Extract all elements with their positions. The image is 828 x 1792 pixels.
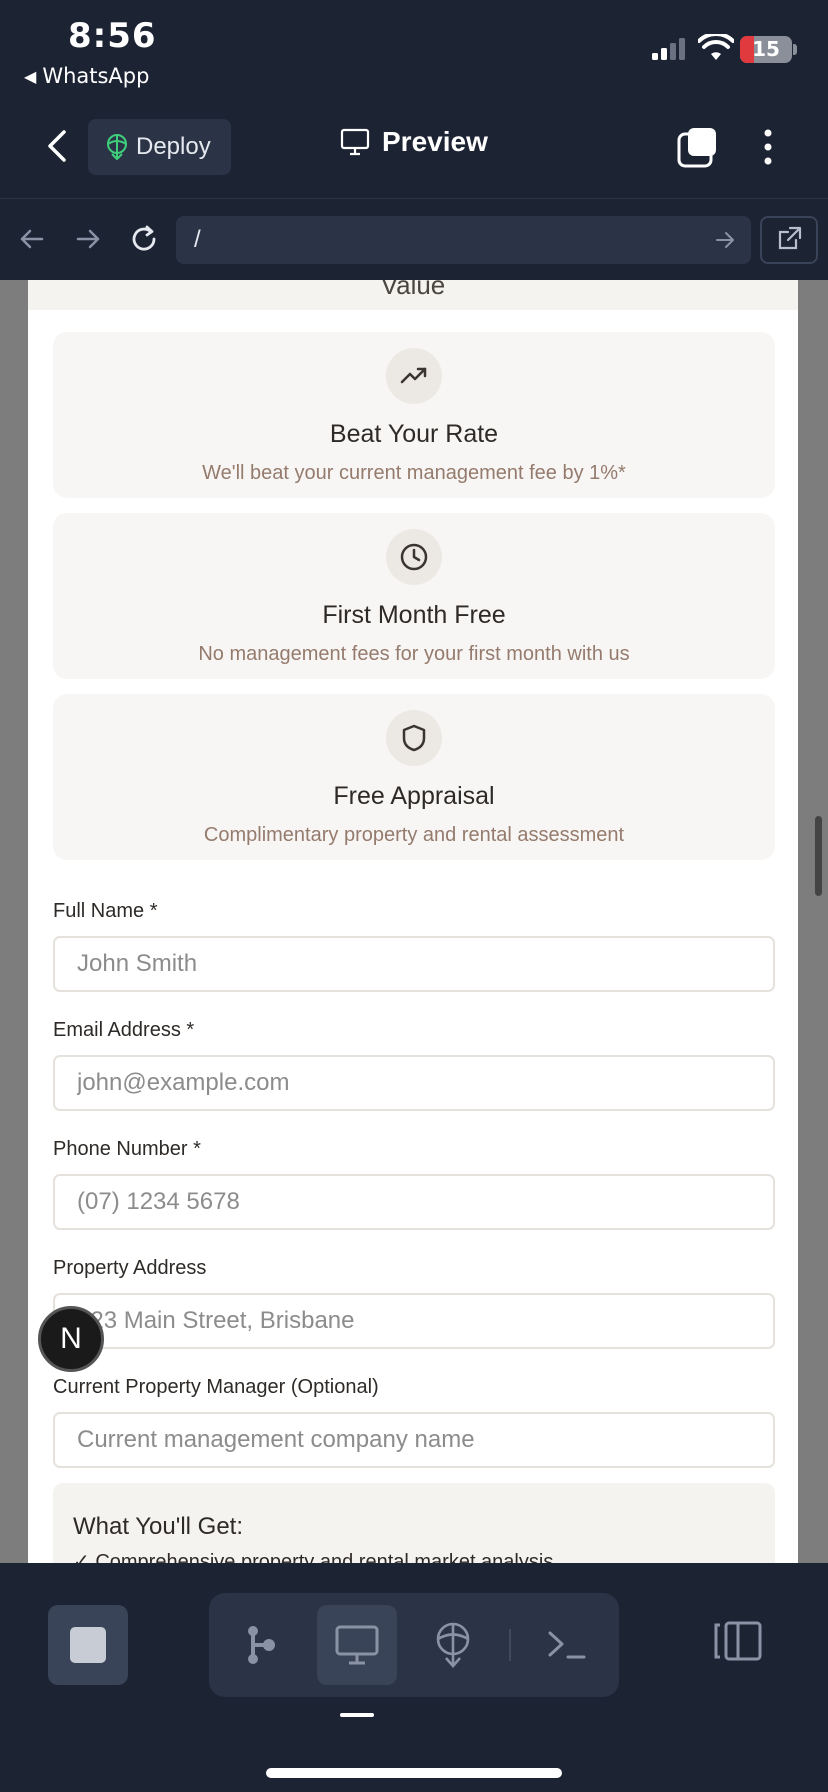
tabs-icon[interactable] bbox=[676, 126, 718, 168]
bottom-dock bbox=[209, 1593, 619, 1697]
deploy-icon bbox=[436, 1622, 470, 1668]
deploy-button[interactable]: Deploy bbox=[88, 119, 231, 175]
bottom-bar bbox=[0, 1563, 828, 1792]
cellular-signal-icon bbox=[652, 38, 685, 60]
chevron-left-icon[interactable] bbox=[40, 124, 76, 168]
card-title: Free Appraisal bbox=[333, 782, 495, 810]
current-manager-label: Current Property Manager (Optional) bbox=[53, 1376, 379, 1398]
battery-icon: 15 bbox=[740, 36, 792, 63]
property-address-label: Property Address bbox=[53, 1257, 207, 1279]
console-button[interactable] bbox=[527, 1605, 607, 1685]
benefit-card-beat-rate: Beat Your Rate We'll beat your current m… bbox=[53, 332, 775, 498]
status-time: 8:56 bbox=[68, 16, 157, 56]
email-input[interactable] bbox=[53, 1055, 775, 1111]
section-header-text: Value bbox=[380, 280, 446, 300]
refresh-icon[interactable] bbox=[128, 223, 160, 255]
benefit-card-first-month: First Month Free No management fees for … bbox=[53, 513, 775, 679]
agent-button[interactable] bbox=[221, 1605, 301, 1685]
what-you-get-item: ✓ Comprehensive property and rental mark… bbox=[73, 1551, 554, 1563]
active-tab-indicator bbox=[340, 1713, 374, 1717]
back-app-label: WhatsApp bbox=[42, 64, 150, 88]
dock-separator bbox=[509, 1629, 511, 1661]
full-name-input[interactable] bbox=[53, 936, 775, 992]
stop-button[interactable] bbox=[48, 1605, 128, 1685]
trending-up-icon bbox=[386, 348, 442, 404]
external-link-icon bbox=[778, 226, 802, 250]
arrow-right-icon[interactable] bbox=[72, 223, 104, 255]
property-address-input[interactable] bbox=[53, 1293, 775, 1349]
phone-input[interactable] bbox=[53, 1174, 775, 1230]
home-indicator[interactable] bbox=[266, 1768, 562, 1778]
back-triangle-icon: ◀ bbox=[24, 66, 37, 86]
webpage-viewport[interactable]: Value Beat Your Rate We'll beat your cur… bbox=[0, 280, 828, 1563]
section-header: Value bbox=[28, 280, 798, 310]
app-toolbar: Deploy Preview bbox=[0, 96, 828, 198]
preview-tab-button[interactable] bbox=[317, 1605, 397, 1685]
deploy-icon bbox=[107, 134, 127, 160]
deploy-tab-button[interactable] bbox=[413, 1605, 493, 1685]
terminal-icon bbox=[548, 1631, 586, 1659]
card-description: No management fees for your first month … bbox=[198, 643, 630, 665]
battery-level: 15 bbox=[752, 37, 780, 61]
full-name-label: Full Name * bbox=[53, 900, 158, 922]
open-external-button[interactable] bbox=[760, 216, 818, 264]
next-dev-badge[interactable]: N bbox=[38, 1306, 104, 1372]
arrow-right-icon[interactable] bbox=[713, 228, 737, 252]
side-panel-icon[interactable] bbox=[712, 1619, 764, 1663]
card-description: We'll beat your current management fee b… bbox=[202, 462, 626, 484]
email-label: Email Address * bbox=[53, 1019, 195, 1041]
current-manager-input[interactable] bbox=[53, 1412, 775, 1468]
monitor-icon bbox=[335, 1625, 379, 1665]
stop-icon bbox=[70, 1627, 106, 1663]
battery-cap bbox=[793, 44, 797, 55]
agent-icon bbox=[248, 1626, 275, 1664]
deploy-label: Deploy bbox=[136, 133, 211, 160]
what-you-get-box: What You'll Get: ✓ Comprehensive propert… bbox=[53, 1483, 775, 1563]
preview-label: Preview bbox=[382, 126, 488, 157]
shield-icon bbox=[386, 710, 442, 766]
url-text: / bbox=[194, 226, 201, 253]
url-input[interactable]: / bbox=[176, 216, 751, 264]
card-description: Complimentary property and rental assess… bbox=[203, 824, 625, 846]
webpage: Value Beat Your Rate We'll beat your cur… bbox=[28, 280, 798, 1563]
benefit-card-appraisal: Free Appraisal Complimentary property an… bbox=[53, 694, 775, 860]
preview-title: Preview bbox=[340, 126, 488, 158]
arrow-left-icon[interactable] bbox=[16, 223, 48, 255]
more-vertical-icon[interactable] bbox=[756, 126, 780, 168]
what-you-get-title: What You'll Get: bbox=[73, 1513, 244, 1540]
scrollbar-thumb[interactable] bbox=[815, 816, 822, 896]
status-bar: 8:56 ◀ WhatsApp 15 bbox=[0, 0, 828, 96]
wifi-icon bbox=[698, 34, 734, 60]
back-to-app-link[interactable]: ◀ WhatsApp bbox=[24, 64, 149, 88]
card-title: Beat Your Rate bbox=[329, 420, 499, 448]
url-bar: / bbox=[0, 198, 828, 280]
card-title: First Month Free bbox=[322, 601, 506, 629]
phone-label: Phone Number * bbox=[53, 1138, 201, 1160]
monitor-icon bbox=[340, 128, 370, 156]
clock-icon bbox=[386, 529, 442, 585]
